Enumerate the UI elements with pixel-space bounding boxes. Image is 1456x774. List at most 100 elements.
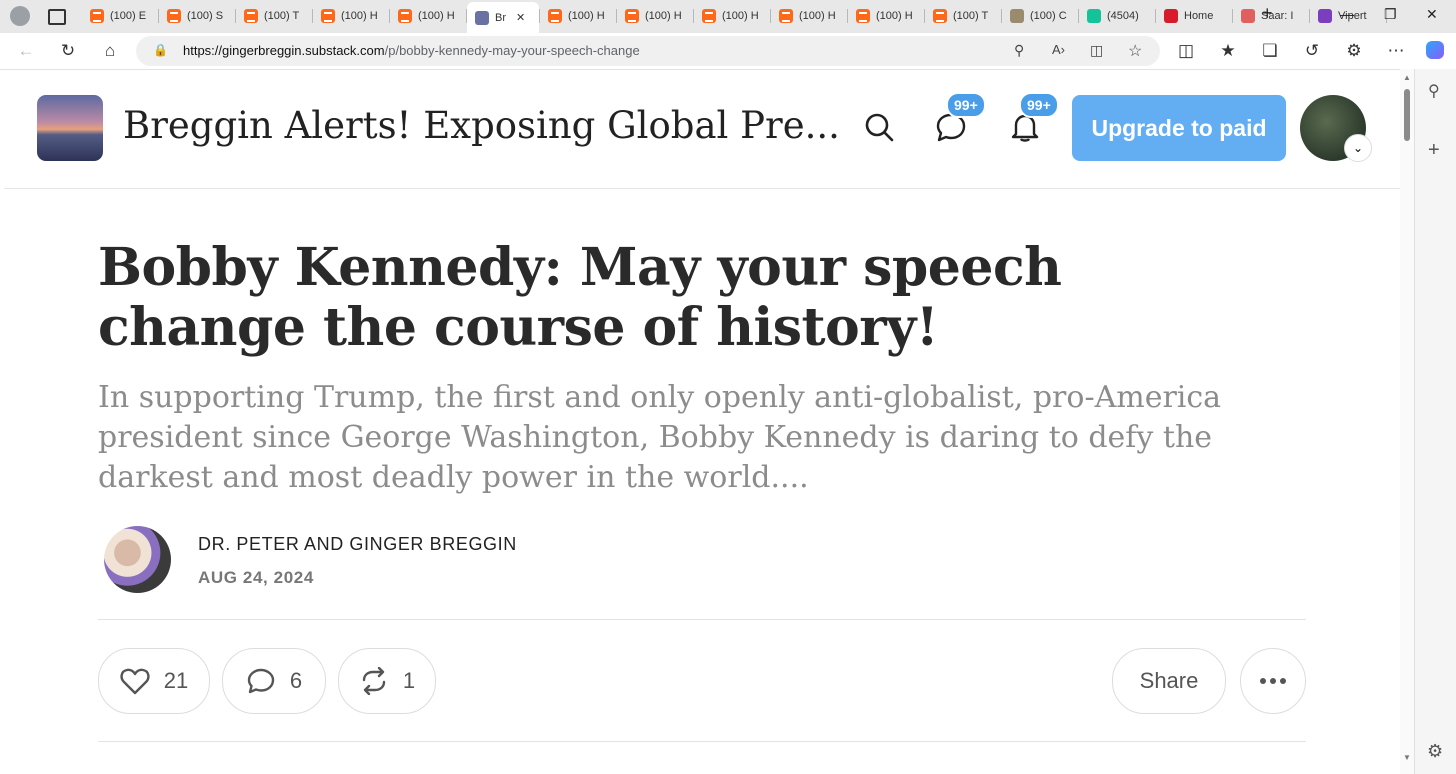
substack-icon [90,9,104,23]
favorites-icon[interactable]: ★ [1218,41,1238,61]
grammarly-icon [1087,9,1101,23]
restore-button[interactable]: ❐ [1384,6,1397,23]
browser-tab[interactable]: (100) H [540,4,616,28]
messages-badge: 99+ [946,92,986,118]
post-title: Bobby Kennedy: May your speech change th… [98,237,1062,358]
site-logo[interactable] [37,95,103,161]
divider-top [98,619,1306,620]
tab-label: (100) H [568,10,605,22]
tab-label: (100) E [110,10,147,22]
history-icon[interactable]: ↺ [1302,41,1322,61]
browser-tab[interactable]: (100) T [925,4,1001,28]
read-aloud-icon[interactable]: A› [1052,42,1065,57]
chevron-down-icon[interactable]: ⌄ [1344,134,1372,162]
tab-label: (100) T [264,10,300,22]
browser-tab[interactable]: Home [1156,4,1232,28]
upgrade-to-paid-button[interactable]: Upgrade to paid [1072,95,1286,161]
comment-icon [247,668,275,694]
url-text[interactable]: https://gingerbreggin.substack.com/p/bob… [183,43,640,58]
immersive-reader-icon[interactable]: ◫ [1090,42,1103,59]
browser-sidebar: ⚲ + ⚙ [1414,69,1456,774]
close-window-button[interactable]: ✕ [1426,6,1438,23]
share-button[interactable]: Share [1112,648,1226,714]
browser-tab[interactable]: (100) S [159,4,235,28]
restack-count: 1 [402,668,416,693]
browser-tab[interactable]: (4504) [1079,4,1155,28]
collections-icon[interactable]: ❏ [1260,41,1280,61]
browser-tab[interactable]: (100) H [771,4,847,28]
post-date: AUG 24, 2024 [198,568,314,587]
substack-icon [548,9,562,23]
sidebar-search-icon[interactable]: ⚲ [1428,81,1440,101]
youtube-icon [1241,9,1255,23]
substack-icon [779,9,793,23]
substack-icon [856,9,870,23]
tab-label: (100) C [1030,10,1067,22]
favorite-star-icon[interactable]: ☆ [1128,41,1142,61]
copilot-icon[interactable] [1426,41,1444,59]
browser-tab[interactable]: (100) H [694,4,770,28]
post-subtitle: In supporting Trump, the first and only … [98,380,1222,495]
back-icon[interactable]: ← [16,41,36,61]
tab-label: (100) H [645,10,682,22]
substack-icon [702,9,716,23]
substack-icon [244,9,258,23]
tab-label: (100) H [876,10,913,22]
scroll-up-icon[interactable]: ▲ [1403,73,1411,82]
site-title[interactable]: Breggin Alerts! Exposing Global Pre... [123,104,840,147]
tab-actions-icon[interactable] [48,9,66,25]
image-icon [1010,9,1024,23]
substack-icon [321,9,335,23]
restack-icon [362,667,386,695]
more-options-icon[interactable]: ⋯ [1386,41,1406,61]
scroll-thumb[interactable] [1404,89,1410,141]
new-tab-button[interactable]: + [1262,3,1273,24]
site-header: Breggin Alerts! Exposing Global Pre... 9… [4,70,1400,189]
more-actions-button[interactable] [1240,648,1306,714]
lock-icon[interactable]: 🔒 [153,43,168,57]
tab-label: (100) H [722,10,759,22]
ellipsis-icon [1260,678,1286,684]
tab-label: Br [495,11,506,24]
minimize-button[interactable]: — [1340,6,1354,22]
substack-icon [167,9,181,23]
browser-tab[interactable]: (100) E [82,4,158,28]
browser-tab[interactable]: (100) C [1002,4,1078,28]
browser-tab[interactable]: (100) H [313,4,389,28]
refresh-icon[interactable]: ↻ [58,41,78,61]
comment-count: 6 [289,668,303,693]
tab-label: (100) S [187,10,224,22]
browser-tab[interactable]: (100) T [236,4,312,28]
extensions-icon[interactable]: ⚙ [1344,41,1364,61]
page-scrollbar[interactable]: ▲ ▼ [1400,69,1414,774]
tab-label: Home [1184,10,1214,22]
notifications-badge: 99+ [1019,92,1059,118]
sidebar-settings-icon[interactable]: ⚙ [1427,741,1443,762]
comment-button[interactable]: 6 [222,648,326,714]
browser-tab[interactable]: (100) H [390,4,466,28]
author-name[interactable]: DR. PETER AND GINGER BREGGIN [198,534,517,555]
zoom-icon[interactable]: ⚲ [1014,42,1024,59]
site-logo-icon [475,10,489,25]
tab-label: (4504) [1107,10,1139,22]
author-avatar[interactable] [104,526,171,593]
browser-tab-strip: (100) E (100) S (100) T (100) H (100) H Br ✕ (1… [0,0,1456,33]
home-icon[interactable]: ⌂ [100,41,120,61]
browser-tab[interactable]: (100) H [848,4,924,28]
tab-label: (100) H [341,10,378,22]
like-button[interactable]: 21 [98,648,210,714]
address-bar[interactable]: 🔒 https://gingerbreggin.substack.com/p/b… [136,36,1160,66]
like-count: 21 [163,668,189,693]
yahoo-icon [1318,9,1332,23]
scroll-down-icon[interactable]: ▼ [1403,753,1411,762]
sidebar-add-icon[interactable]: + [1428,139,1440,162]
browser-tab[interactable]: Br ✕ [467,2,539,33]
search-icon[interactable] [862,110,896,144]
close-tab-icon[interactable]: ✕ [516,11,525,24]
substack-icon [625,9,639,23]
divider-bottom [98,741,1306,742]
restack-button[interactable]: 1 [338,648,436,714]
profile-icon[interactable] [10,6,30,26]
split-screen-icon[interactable]: ◫ [1176,41,1196,61]
browser-tab[interactable]: (100) H [617,4,693,28]
